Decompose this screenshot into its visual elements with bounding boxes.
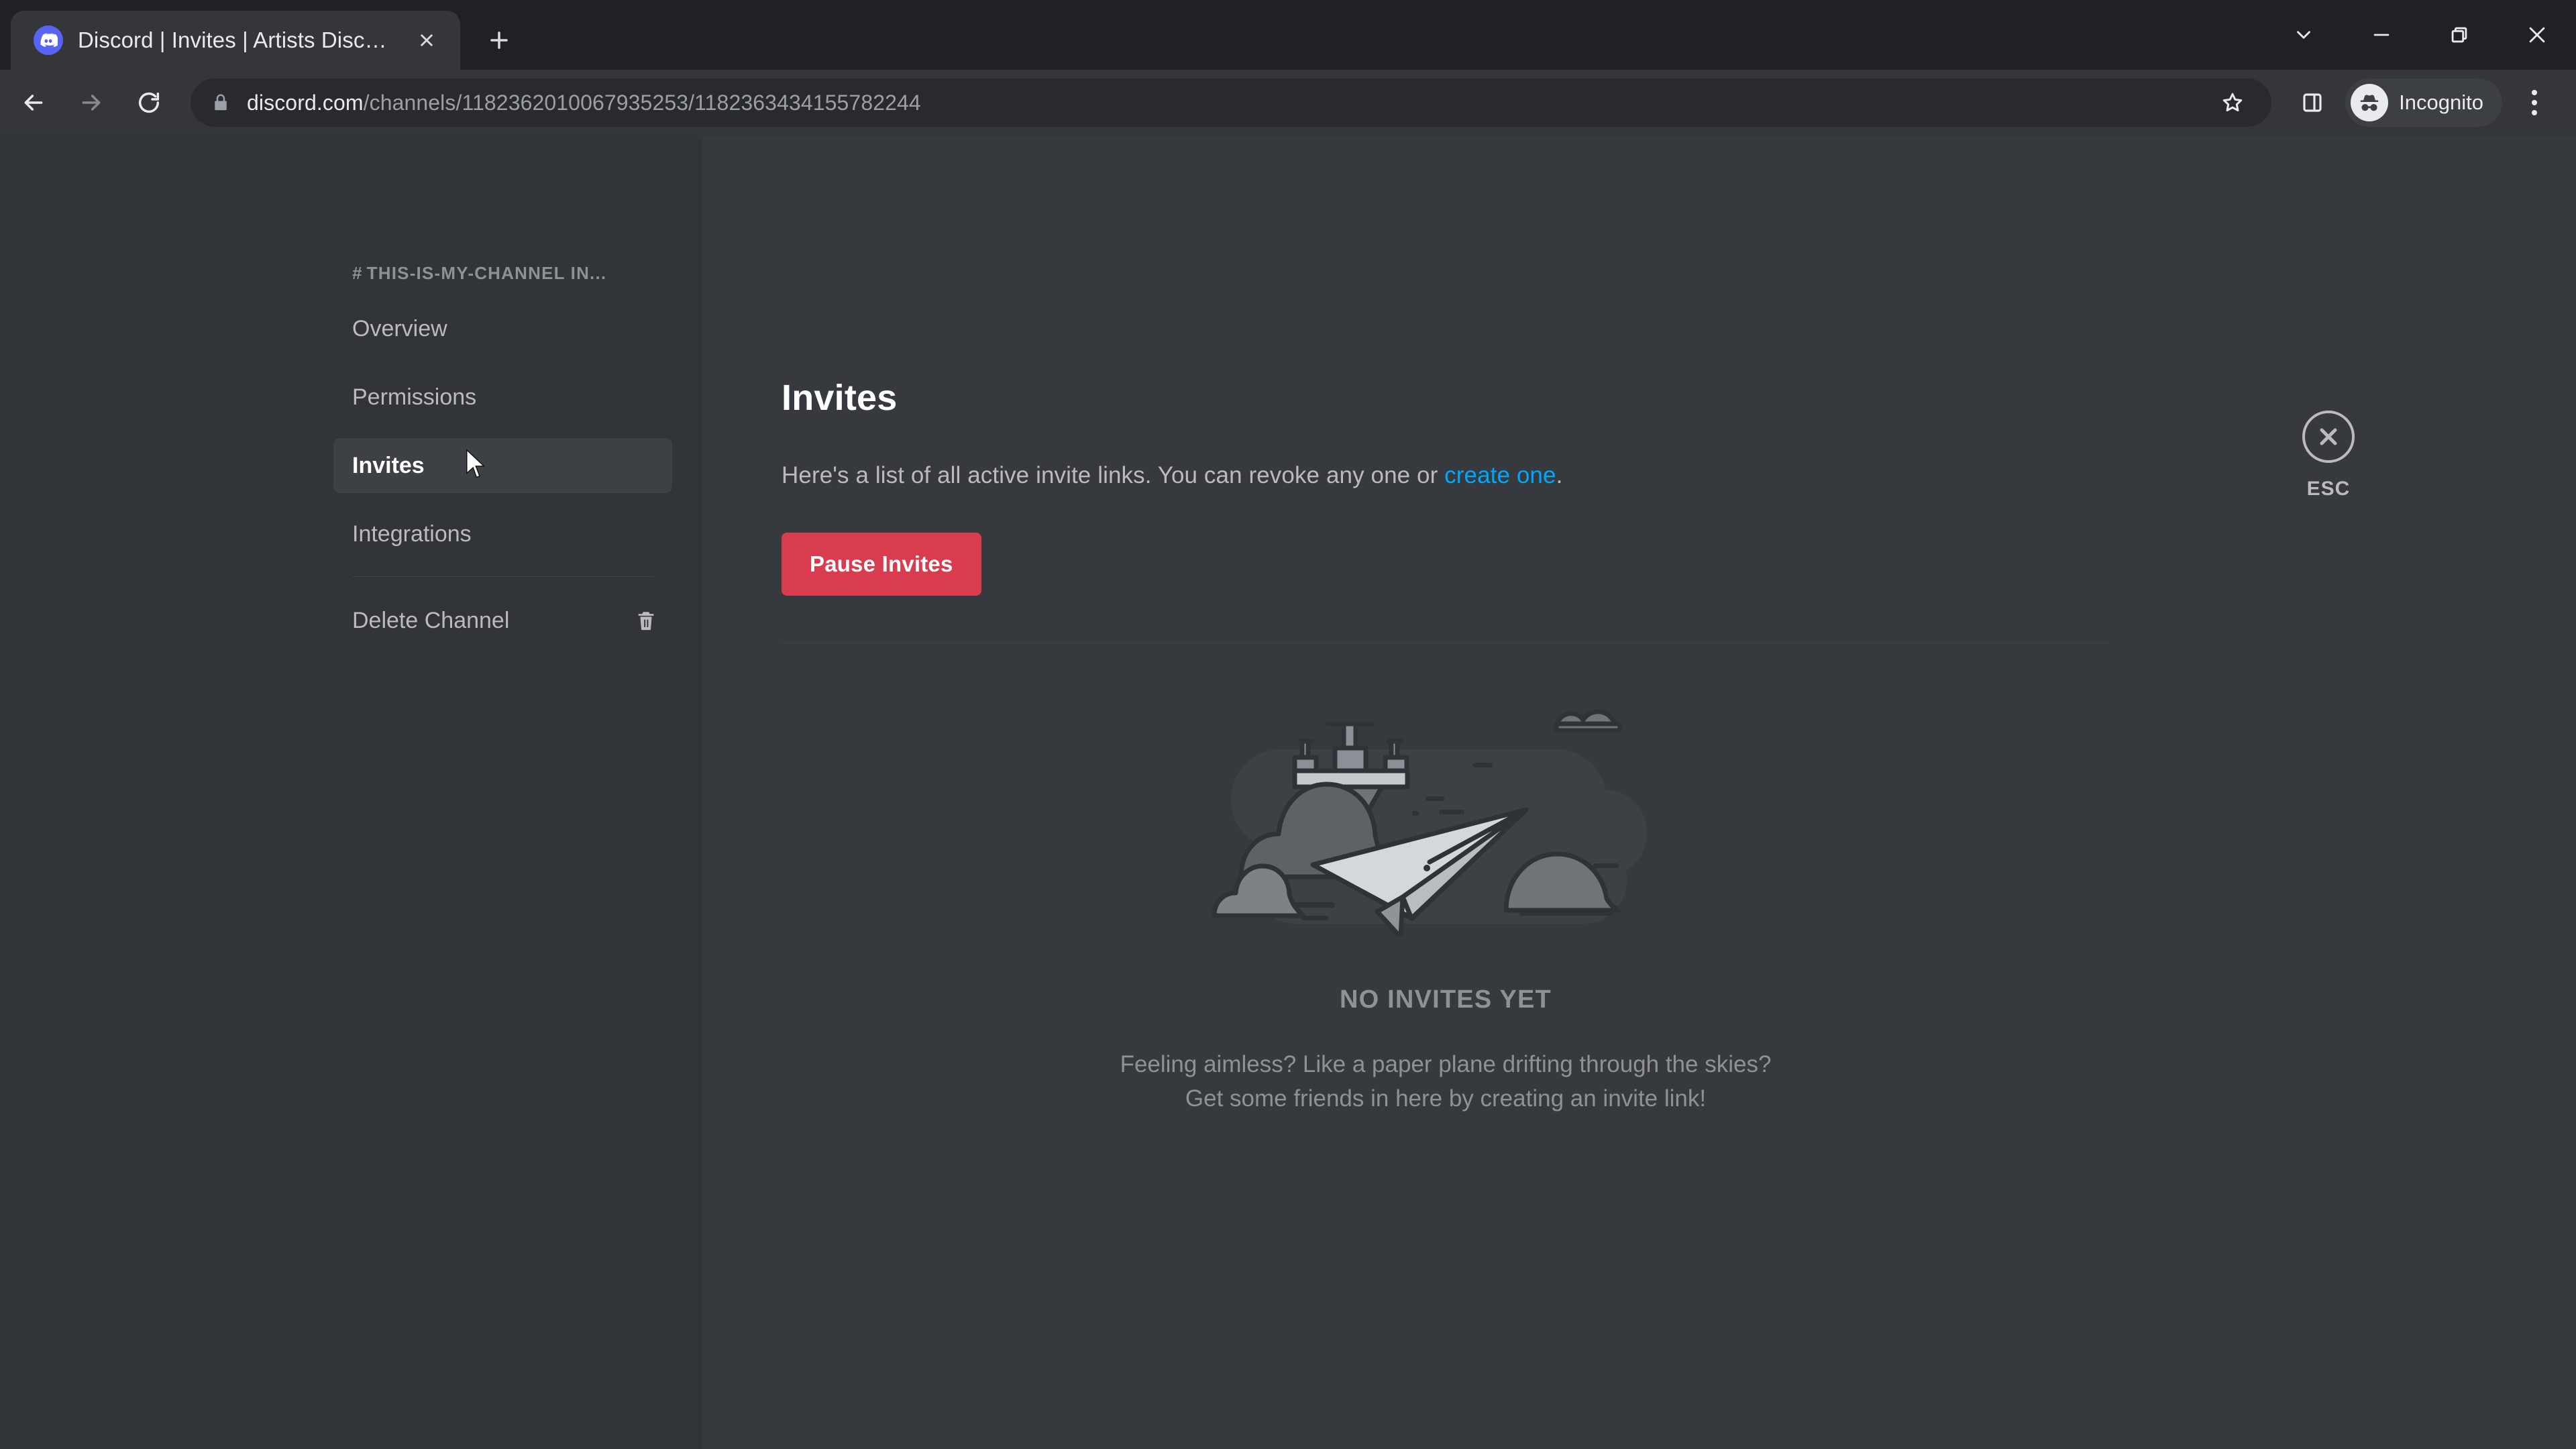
invites-panel: Invites Here's a list of all active invi… (702, 136, 2576, 1449)
empty-state-subtitle: Feeling aimless? Like a paper plane drif… (1120, 1048, 1772, 1116)
three-dots-icon[interactable] (2510, 78, 2559, 127)
paper-plane-illustration (1212, 709, 1647, 937)
sidebar-divider (352, 576, 653, 577)
incognito-badge[interactable]: Incognito (2345, 78, 2502, 127)
browser-tab[interactable]: Discord | Invites | Artists Discord (11, 11, 460, 70)
new-tab-button[interactable] (475, 16, 523, 64)
invites-description: Here's a list of all active invite links… (782, 462, 2110, 489)
trash-icon[interactable] (635, 609, 657, 632)
url-text: discord.com/channels/1182362010067935253… (247, 91, 2198, 115)
lock-icon (211, 93, 231, 113)
sidebar-item-label: Overview (352, 315, 447, 341)
url-host: discord.com (247, 90, 364, 115)
star-icon[interactable] (2214, 84, 2251, 121)
close-window-button[interactable] (2498, 0, 2576, 70)
empty-state-line2: Get some friends in here by creating an … (1185, 1085, 1707, 1112)
empty-state: NO INVITES YET Feeling aimless? Like a p… (782, 643, 2110, 1116)
back-button[interactable] (7, 76, 60, 129)
side-panel-icon[interactable] (2288, 78, 2337, 127)
page-title: Invites (782, 378, 898, 418)
sidebar-item-label: Integrations (352, 521, 472, 547)
channel-name-label: THIS-IS-MY-CHANNEL IN... (366, 263, 607, 283)
minimize-button[interactable] (2343, 0, 2420, 70)
sidebar-item-invites[interactable]: Invites (333, 438, 672, 493)
description-text-before: Here's a list of all active invite links… (782, 462, 1445, 488)
close-icon[interactable] (411, 24, 443, 56)
channel-settings-sidebar: # THIS-IS-MY-CHANNEL IN... Overview Perm… (0, 136, 702, 1449)
restore-button[interactable] (2420, 0, 2498, 70)
tab-strip: Discord | Invites | Artists Discord (0, 0, 2576, 70)
description-text-after: . (1556, 462, 1563, 488)
tab-search-button[interactable] (2265, 0, 2343, 70)
sidebar-item-permissions[interactable]: Permissions (333, 370, 672, 425)
close-settings-control[interactable]: ESC (2302, 411, 2355, 500)
forward-button[interactable] (64, 76, 118, 129)
hash-icon: # (352, 263, 363, 283)
empty-state-line1: Feeling aimless? Like a paper plane drif… (1120, 1051, 1772, 1077)
browser-window: Discord | Invites | Artists Discord disc… (0, 0, 2576, 1449)
discord-icon (34, 25, 63, 55)
sidebar-item-delete-channel[interactable]: Delete Channel (333, 593, 672, 648)
reload-button[interactable] (122, 76, 176, 129)
incognito-label: Incognito (2399, 91, 2483, 114)
browser-toolbar: discord.com/channels/1182362010067935253… (0, 70, 2576, 136)
url-path: /channels/1182362010067935253/1182363434… (363, 90, 921, 115)
close-icon[interactable] (2302, 411, 2355, 463)
incognito-icon (2351, 84, 2389, 121)
sidebar-item-integrations[interactable]: Integrations (333, 506, 672, 561)
esc-label: ESC (2306, 478, 2351, 500)
window-controls (2265, 0, 2576, 70)
empty-state-title: NO INVITES YET (1340, 985, 1552, 1014)
channel-settings-header: # THIS-IS-MY-CHANNEL IN... (333, 263, 672, 301)
mouse-cursor (466, 449, 486, 478)
create-one-link[interactable]: create one (1444, 462, 1556, 488)
sidebar-item-label: Permissions (352, 384, 477, 410)
tab-title: Discord | Invites | Artists Discord (78, 28, 396, 52)
sidebar-item-label: Invites (352, 452, 425, 478)
sidebar-item-overview[interactable]: Overview (333, 301, 672, 356)
page-body: # THIS-IS-MY-CHANNEL IN... Overview Perm… (0, 136, 2576, 1449)
pause-invites-button[interactable]: Pause Invites (782, 533, 981, 596)
address-bar[interactable]: discord.com/channels/1182362010067935253… (191, 78, 2272, 127)
sidebar-item-label: Delete Channel (352, 607, 510, 633)
